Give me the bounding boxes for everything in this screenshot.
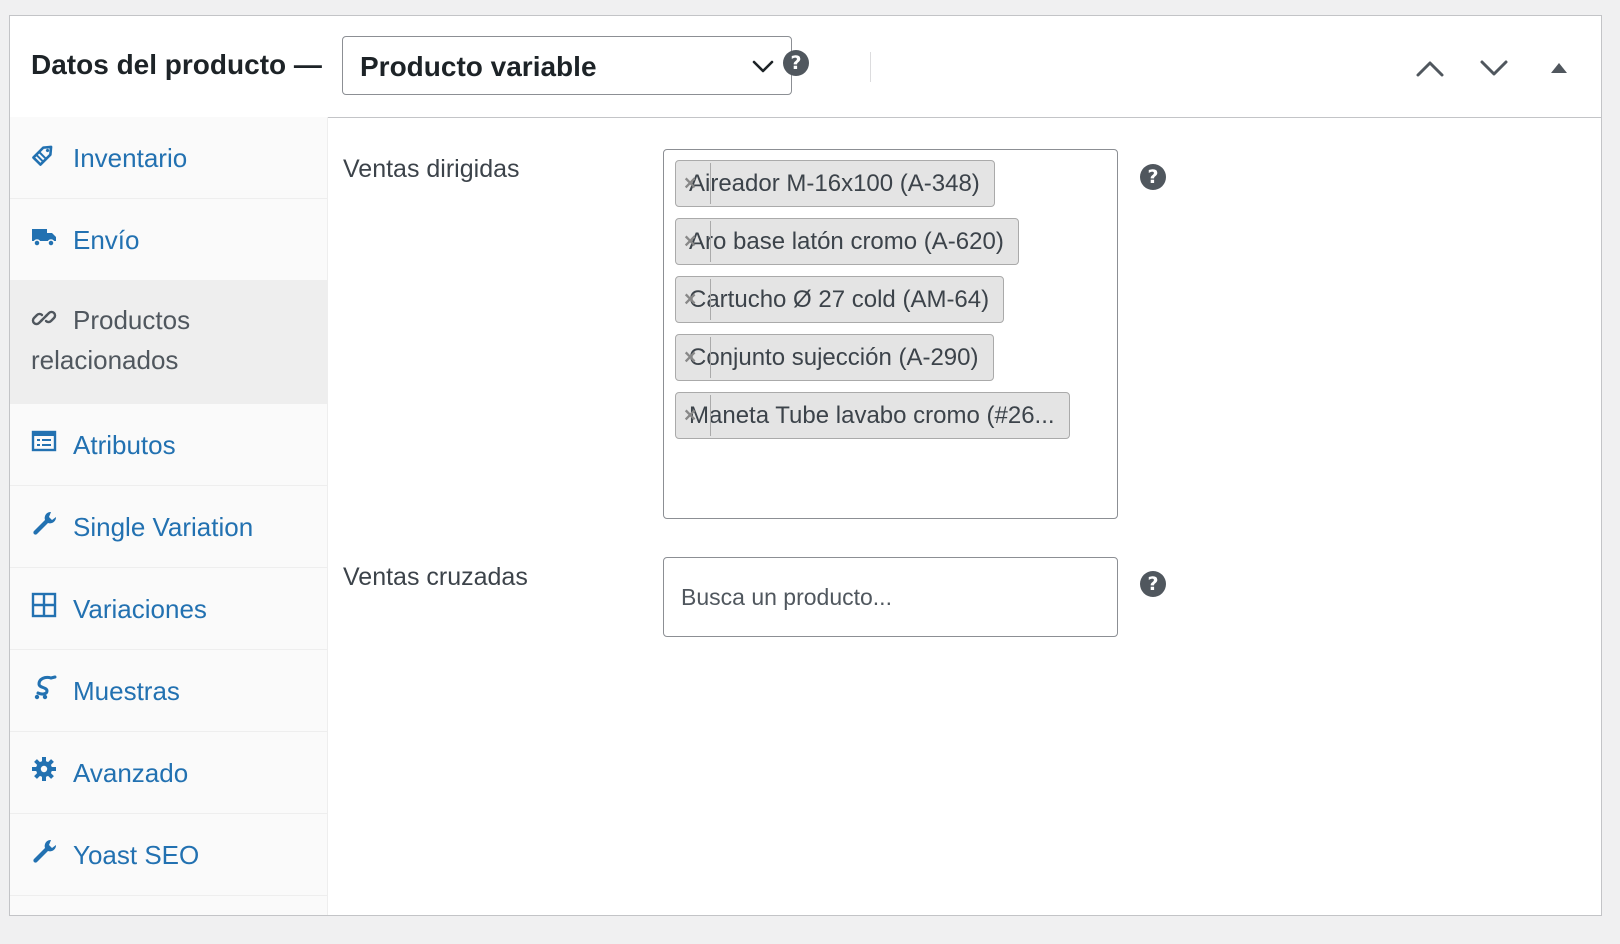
selected-product-chip: × Cartucho Ø 27 cold (AM-64): [675, 276, 1005, 323]
list-table-icon: [31, 430, 57, 452]
chip-divider: [710, 279, 711, 320]
remove-icon[interactable]: ×: [684, 277, 696, 322]
tab-atributos[interactable]: Atributos: [10, 404, 327, 486]
remove-icon[interactable]: ×: [684, 161, 696, 206]
remove-icon[interactable]: ×: [684, 393, 696, 438]
tab-label: Atributos: [73, 430, 176, 460]
chevron-down-icon: [752, 60, 774, 73]
header-divider: [870, 52, 871, 82]
selected-product-chip: × Aireador M-16x100 (A-348): [675, 160, 995, 207]
tab-inventario[interactable]: Inventario: [10, 117, 327, 199]
tab-label: Avanzado: [73, 758, 189, 788]
truck-icon: [32, 229, 56, 247]
tab-label: Inventario: [73, 143, 188, 173]
tab-label: Single Variation: [73, 512, 254, 542]
tab-productos-relacionados[interactable]: Productos relacionados: [10, 281, 327, 404]
chip-divider: [710, 395, 711, 436]
panel-title: Datos del producto —: [31, 49, 322, 80]
tab-single-variation[interactable]: Single Variation: [10, 486, 327, 568]
triangle-up-icon: [1551, 63, 1567, 73]
chip-label: Cartucho Ø 27 cold (AM-64): [689, 286, 990, 313]
move-down-button[interactable]: [1476, 50, 1512, 86]
tab-envio[interactable]: Envío: [10, 199, 327, 281]
tab-muestras[interactable]: Muestras: [10, 650, 327, 732]
chevron-up-icon: [1416, 61, 1444, 77]
tab-yoast-seo[interactable]: Yoast SEO: [10, 814, 327, 896]
tab-variaciones[interactable]: Variaciones: [10, 568, 327, 650]
chevron-down-icon: [1480, 60, 1508, 76]
tab-label: Envío: [73, 225, 140, 255]
gear-icon: [32, 757, 56, 781]
selected-product-chip: × Maneta Tube lavabo cromo (#26...: [675, 392, 1070, 439]
upsells-multiselect[interactable]: × Aireador M-16x100 (A-348) × Aro base lat…: [663, 149, 1118, 519]
samples-icon: [34, 675, 57, 700]
product-data-tabs: Inventario Envío Productos relacionados: [10, 117, 328, 915]
tab-label: Yoast SEO: [73, 840, 200, 870]
wrench-icon: [33, 511, 57, 535]
wrench-icon: [33, 839, 57, 863]
upsells-label: Ventas dirigidas: [343, 155, 520, 183]
chip-divider: [710, 221, 711, 262]
tag-icon: [32, 145, 53, 166]
chip-label: Conjunto sujección (A-290): [689, 344, 979, 371]
product-type-value: Producto variable: [360, 51, 597, 82]
remove-icon[interactable]: ×: [684, 219, 696, 264]
chip-label: Aro base latón cromo (A-620): [689, 228, 1004, 255]
toggle-panel-button[interactable]: [1541, 50, 1577, 86]
tab-label: Muestras: [73, 676, 180, 706]
product-type-select[interactable]: Producto variable: [342, 36, 792, 95]
chip-divider: [710, 163, 711, 204]
help-icon[interactable]: ?: [1140, 164, 1166, 190]
chip-label: Aireador M-16x100 (A-348): [689, 170, 980, 197]
product-data-panel: Datos del producto — Producto variable ?: [9, 15, 1602, 916]
tab-label: Productos relacionados: [31, 305, 191, 375]
chip-divider: [710, 337, 711, 378]
chip-label: Maneta Tube lavabo cromo (#26...: [689, 402, 1055, 429]
selected-product-chip: × Conjunto sujección (A-290): [675, 334, 994, 381]
panel-header: Datos del producto — Producto variable ?: [10, 16, 1601, 118]
crosssells-search-input[interactable]: [663, 557, 1118, 637]
tab-avanzado[interactable]: Avanzado: [10, 732, 327, 814]
crosssells-label: Ventas cruzadas: [343, 563, 528, 591]
tab-label: Variaciones: [73, 594, 207, 624]
move-up-button[interactable]: [1412, 50, 1448, 86]
grid-icon: [31, 592, 57, 618]
help-icon[interactable]: ?: [783, 50, 809, 76]
selected-product-chip: × Aro base latón cromo (A-620): [675, 218, 1019, 265]
help-icon[interactable]: ?: [1140, 571, 1166, 597]
remove-icon[interactable]: ×: [684, 335, 696, 380]
